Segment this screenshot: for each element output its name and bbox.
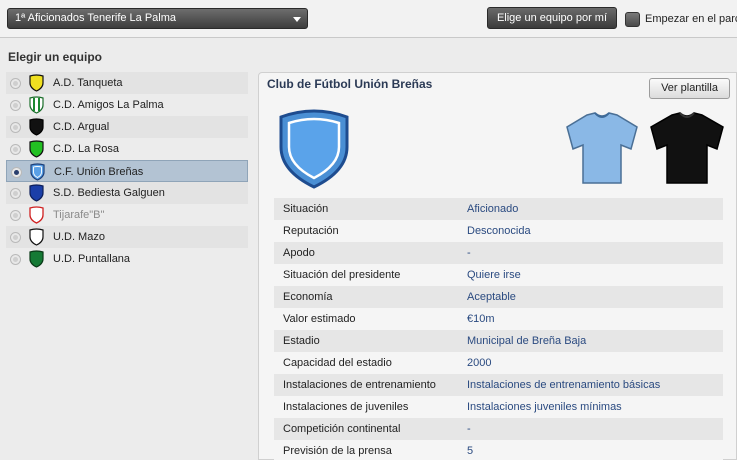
club-info-table: Situación Aficionado Reputación Desconocid… <box>274 198 723 460</box>
yellow-shield-icon <box>29 74 44 92</box>
team-name: C.D. La Rosa <box>53 143 120 155</box>
team-name: S.D. Bediesta Galguen <box>53 187 165 199</box>
radio-button[interactable] <box>10 232 21 243</box>
info-label: Previsión de la prensa <box>283 445 392 457</box>
black-shield-icon <box>29 118 44 136</box>
info-value: - <box>467 423 471 435</box>
info-value: Desconocida <box>467 225 531 237</box>
info-value: €10m <box>467 313 495 325</box>
info-value: 2000 <box>467 357 492 369</box>
team-row-la-rosa[interactable]: C.D. La Rosa <box>6 138 248 160</box>
info-label: Instalaciones de juveniles <box>283 401 409 413</box>
info-row: Situación del presidente Quiere irse <box>274 264 723 286</box>
info-label: Reputación <box>283 225 339 237</box>
team-row-argual[interactable]: C.D. Argual <box>6 116 248 138</box>
league-dropdown[interactable]: 1ª Aficionados Tenerife La Palma <box>7 8 308 29</box>
club-crest-icon <box>279 109 349 189</box>
info-value: Aficionado <box>467 203 519 215</box>
light-blue-shield-icon <box>30 163 45 181</box>
info-label: Valor estimado <box>283 313 356 325</box>
team-name: C.D. Argual <box>53 121 110 133</box>
start-checkbox[interactable] <box>625 12 640 27</box>
team-name: C.F. Unión Breñas <box>54 166 144 178</box>
radio-button[interactable] <box>10 144 21 155</box>
info-row: Competición continental - <box>274 418 723 440</box>
radio-button[interactable] <box>10 210 21 221</box>
radio-button[interactable] <box>10 188 21 199</box>
home-shirt-icon <box>566 112 638 184</box>
info-label: Economía <box>283 291 333 303</box>
team-name: A.D. Tanqueta <box>53 77 123 89</box>
info-row: Capacidad del estadio 2000 <box>274 352 723 374</box>
info-row: Situación Aficionado <box>274 198 723 220</box>
league-dropdown-value: 1ª Aficionados Tenerife La Palma <box>15 12 177 24</box>
info-label: Situación <box>283 203 329 215</box>
info-label: Instalaciones de entrenamiento <box>283 379 436 391</box>
info-label: Situación del presidente <box>283 269 401 281</box>
choose-team-heading: Elegir un equipo <box>8 50 103 64</box>
team-row-puntallana[interactable]: U.D. Puntallana <box>6 248 248 270</box>
team-row-mazo[interactable]: U.D. Mazo <box>6 226 248 248</box>
info-value: Instalaciones juveniles mínimas <box>467 401 622 413</box>
info-row: Economía Aceptable <box>274 286 723 308</box>
away-shirt-icon <box>650 112 724 184</box>
info-label: Apodo <box>283 247 315 259</box>
info-value: Aceptable <box>467 291 516 303</box>
green-white-striped-shield-icon <box>29 96 44 114</box>
club-info-panel: Club de Fútbol Unión Breñas Ver plantill… <box>258 72 737 460</box>
club-name: Club de Fútbol Unión Breñas <box>267 77 433 91</box>
info-row: Valor estimado €10m <box>274 308 723 330</box>
radio-button[interactable] <box>10 78 21 89</box>
team-list: A.D. Tanqueta C.D. Amigos La Palma C.D. … <box>6 72 248 270</box>
team-row-tanqueta[interactable]: A.D. Tanqueta <box>6 72 248 94</box>
info-row: Reputación Desconocida <box>274 220 723 242</box>
team-name: U.D. Mazo <box>53 231 105 243</box>
info-value: Quiere irse <box>467 269 521 281</box>
info-label: Competición continental <box>283 423 401 435</box>
team-name: U.D. Puntallana <box>53 253 131 265</box>
blue-shield-icon <box>29 184 44 202</box>
start-checkbox-label: Empezar en el parc <box>645 13 737 25</box>
team-row-tijarafe-b[interactable]: Tijarafe"B" <box>6 204 248 226</box>
pick-team-for-me-button[interactable]: Elige un equipo por mí <box>487 7 617 29</box>
dark-green-shield-icon <box>29 250 44 268</box>
info-row: Instalaciones de entrenamiento Instalacio… <box>274 374 723 396</box>
info-row: Apodo - <box>274 242 723 264</box>
team-row-bediesta-galguen[interactable]: S.D. Bediesta Galguen <box>6 182 248 204</box>
radio-button[interactable] <box>10 122 21 133</box>
info-value: Instalaciones de entrenamiento básicas <box>467 379 661 391</box>
info-value: 5 <box>467 445 474 457</box>
info-label: Capacidad del estadio <box>283 357 392 369</box>
radio-button[interactable] <box>10 100 21 111</box>
info-row: Previsión de la prensa 5 <box>274 440 723 460</box>
info-value: - <box>467 247 471 259</box>
chevron-down-icon <box>293 17 301 22</box>
info-label: Estadio <box>283 335 320 347</box>
green-shield-icon <box>29 140 44 158</box>
view-squad-button[interactable]: Ver plantilla <box>649 78 730 99</box>
top-bar: 1ª Aficionados Tenerife La Palma Elige u… <box>0 0 737 38</box>
radio-button-selected[interactable] <box>11 167 22 178</box>
info-row: Estadio Municipal de Breña Baja <box>274 330 723 352</box>
team-name: C.D. Amigos La Palma <box>53 99 164 111</box>
team-row-union-brenas[interactable]: C.F. Unión Breñas <box>6 160 248 182</box>
info-value: Municipal de Breña Baja <box>467 335 587 347</box>
team-row-amigos-la-palma[interactable]: C.D. Amigos La Palma <box>6 94 248 116</box>
white-shield-icon <box>29 228 44 246</box>
team-name: Tijarafe"B" <box>53 209 105 221</box>
radio-button[interactable] <box>10 254 21 265</box>
info-row: Instalaciones de juveniles Instalaciones … <box>274 396 723 418</box>
red-outline-shield-icon <box>29 206 44 224</box>
